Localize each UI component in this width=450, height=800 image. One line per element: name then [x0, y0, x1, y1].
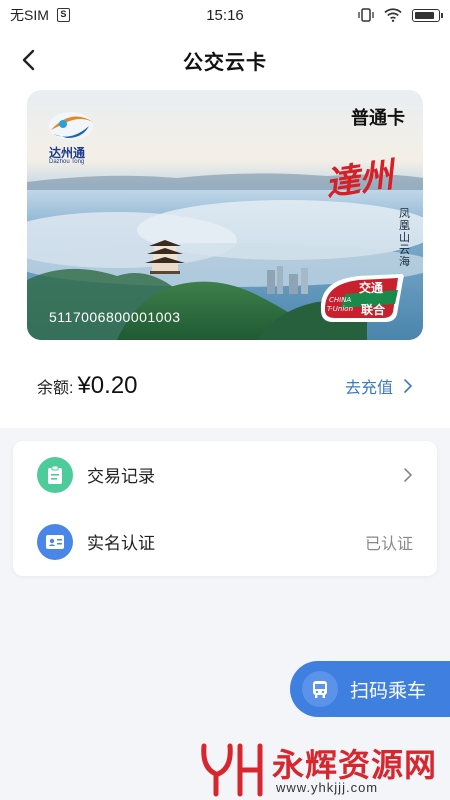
- watermark-logo: [201, 743, 263, 797]
- menu-item-transactions[interactable]: 交易记录: [13, 441, 437, 508]
- chevron-right-icon: [404, 467, 413, 482]
- city-calligraphy: 達州: [323, 155, 396, 205]
- menu-card: 交易记录 实名认证 已认证: [13, 441, 437, 576]
- verified-status: 已认证: [364, 535, 413, 553]
- page-title: 公交云卡: [183, 51, 267, 74]
- battery-icon: [412, 8, 443, 22]
- card-type-label: 普通卡: [351, 108, 405, 128]
- svg-text:联合: 联合: [361, 302, 386, 317]
- balance-amount: ¥0.20: [77, 372, 138, 399]
- watermark: 永辉资源网 www.yhkjjj.com: [196, 738, 450, 798]
- id-card-icon: [37, 523, 73, 560]
- scan-to-ride-button[interactable]: 扫码乘车: [290, 661, 450, 717]
- clipboard-icon: [37, 456, 73, 493]
- bus-card[interactable]: 达州通 Dazhou Tong 普通卡 達州 凤凰山云海 51170068000…: [27, 90, 423, 340]
- balance-label: 余额:: [37, 380, 74, 397]
- back-arrow-icon[interactable]: [18, 48, 42, 72]
- logo-subtext: Dazhou Tong: [49, 159, 85, 165]
- chevron-right-icon: [404, 379, 413, 393]
- svg-text:T-Union: T-Union: [327, 305, 353, 313]
- recharge-link[interactable]: 去充值: [345, 374, 413, 398]
- t-union-logo: 交通 联合 CHINA T-Union: [320, 274, 404, 322]
- clock: 15:16: [206, 6, 244, 24]
- scenic-caption: 凤凰山云海: [399, 208, 410, 268]
- card-section: 达州通 Dazhou Tong 普通卡 達州 凤凰山云海 51170068000…: [0, 90, 450, 428]
- watermark-url: www.yhkjjj.com: [276, 780, 379, 795]
- status-bar: 无SIM S 15:16: [0, 0, 450, 30]
- menu-item-label: 实名认证: [87, 534, 155, 553]
- nav-header: 公交云卡: [0, 30, 450, 90]
- card-number: 5117006800001003: [49, 309, 181, 325]
- menu-item-label: 交易记录: [87, 467, 155, 486]
- bus-icon: [302, 671, 338, 707]
- recharge-label: 去充值: [344, 380, 393, 397]
- svg-text:CHINA: CHINA: [329, 296, 351, 304]
- scan-button-label: 扫码乘车: [350, 680, 427, 702]
- svg-text:交通: 交通: [359, 280, 383, 295]
- menu-item-real-name-auth[interactable]: 实名认证 已认证: [13, 508, 437, 575]
- balance-row: 余额: ¥0.20 去充值: [37, 372, 413, 400]
